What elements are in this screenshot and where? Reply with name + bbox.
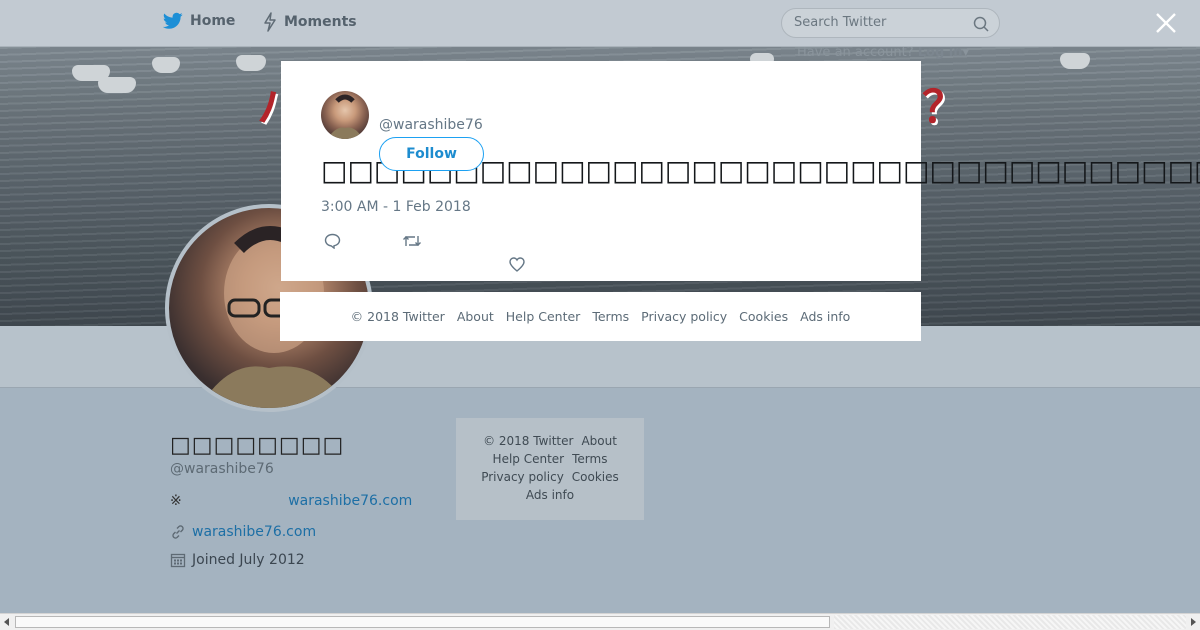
footer-about-link[interactable]: About	[581, 434, 616, 448]
nav-home-label: Home	[190, 13, 236, 29]
twitter-bird-icon	[163, 12, 183, 29]
modal-footer-copyright: © 2018 Twitter	[350, 309, 445, 324]
modal-footer-help-link[interactable]: Help Center	[506, 309, 581, 324]
scroll-right-icon[interactable]	[1188, 617, 1198, 627]
profile-display-name: □□□□□□□□	[170, 433, 345, 458]
link-icon	[172, 525, 184, 539]
swan-boat	[152, 57, 180, 73]
login-label[interactable]: Log in	[918, 47, 963, 60]
bio-link[interactable]: warashibe76.com	[288, 493, 412, 509]
footer-help-link[interactable]: Help Center	[493, 452, 565, 466]
nav-moments[interactable]: Moments	[263, 12, 357, 32]
caret-down-icon: ▾	[962, 47, 970, 60]
website-link[interactable]: warashibe76.com	[192, 524, 316, 540]
scrollbar-thumb[interactable]	[15, 616, 830, 628]
nav-moments-label: Moments	[284, 14, 357, 30]
nav-home[interactable]: Home	[163, 12, 235, 30]
modal-footer-cookies-link[interactable]: Cookies	[739, 309, 788, 324]
footer-privacy-link[interactable]: Privacy policy	[481, 470, 564, 484]
tweet-timestamp[interactable]: 3:00 AM - 1 Feb 2018	[321, 199, 471, 215]
like-icon[interactable]	[509, 257, 525, 272]
retweet-icon[interactable]	[402, 233, 422, 249]
login-link[interactable]: Have an account? Log in▾	[797, 47, 969, 60]
swan-boat	[98, 77, 136, 93]
profile-bio: ※ warashibe76.com	[170, 493, 412, 509]
modal-footer-about-link[interactable]: About	[457, 309, 494, 324]
tweet-avatar-photo	[327, 94, 363, 139]
modal-footer-terms-link[interactable]: Terms	[592, 309, 629, 324]
modal-footer-privacy-link[interactable]: Privacy policy	[641, 309, 727, 324]
profile-handle: @warashibe76	[170, 461, 274, 477]
search-placeholder: Search Twitter	[794, 15, 887, 30]
top-nav-bar: Home Moments Search Twitter	[0, 0, 1200, 47]
tweet-handle[interactable]: @warashibe76	[379, 117, 483, 133]
tweet-modal: □□□□□□□□□□□□□□□□□□□□□□□□□□□□□□□□□□□□□□□□…	[281, 61, 1200, 281]
profile-joined: Joined July 2012	[170, 552, 305, 568]
login-prompt: Have an account?	[797, 47, 914, 60]
calendar-icon	[170, 553, 186, 568]
modal-footer: © 2018 Twitter About Help Center Terms P…	[280, 292, 921, 341]
scrollbar-track[interactable]	[834, 615, 1186, 629]
close-icon[interactable]	[1155, 12, 1177, 34]
footer-copyright: © 2018 Twitter	[483, 434, 574, 448]
follow-button[interactable]: Follow	[379, 137, 484, 171]
bio-prefix: ※	[170, 493, 182, 509]
footer-terms-link[interactable]: Terms	[572, 452, 607, 466]
side-footer: © 2018 Twitter About Help Center Terms Pri…	[456, 418, 644, 520]
tweet-avatar[interactable]	[321, 91, 369, 139]
modal-footer-ads-link[interactable]: Ads info	[800, 309, 850, 324]
lightning-icon	[264, 12, 276, 32]
footer-cookies-link[interactable]: Cookies	[572, 470, 619, 484]
search-input[interactable]: Search Twitter	[781, 8, 1000, 38]
scroll-left-icon[interactable]	[2, 617, 12, 627]
joined-date: Joined July 2012	[192, 552, 305, 568]
profile-website: warashibe76.com	[170, 524, 316, 540]
swan-boat	[236, 55, 266, 71]
footer-ads-link[interactable]: Ads info	[526, 488, 574, 502]
horizontal-scrollbar[interactable]	[0, 613, 1200, 630]
reply-icon[interactable]	[324, 233, 341, 249]
search-icon[interactable]	[973, 16, 989, 32]
